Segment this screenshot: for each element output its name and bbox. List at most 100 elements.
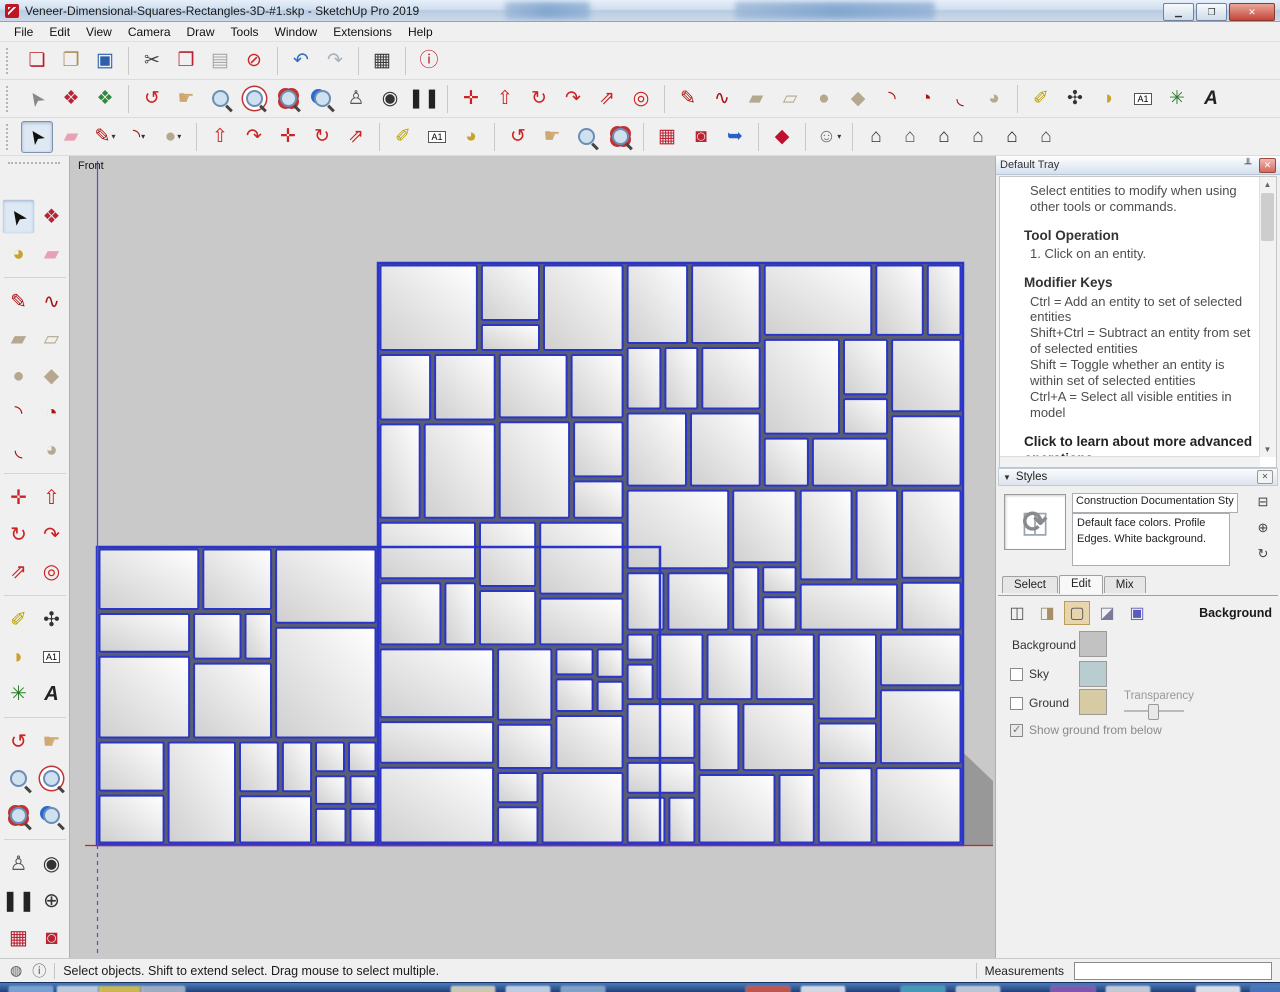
select-tool-button[interactable]: ➤ — [21, 83, 53, 115]
3d-warehouse-button[interactable]: ▦ — [2, 920, 35, 955]
taskbar-icon[interactable] — [98, 985, 144, 992]
taskbar-icon[interactable] — [1105, 985, 1151, 992]
text-button[interactable] — [1127, 83, 1159, 115]
push-pull-button[interactable]: ⇧ — [35, 480, 68, 515]
follow-me-button[interactable]: ↷ — [557, 83, 589, 115]
arc-filled-button[interactable]: ◕ — [35, 432, 68, 467]
select-button[interactable]: ➤ — [21, 120, 53, 153]
arcs-button[interactable]: ◝ ▾ — [123, 121, 155, 153]
account-button[interactable]: ☺ ▾ — [813, 121, 845, 153]
rectangle-button[interactable]: ▰ — [2, 321, 35, 356]
arc-2pt-button[interactable]: ◝ — [2, 395, 35, 430]
rotate-button[interactable]: ↻ — [523, 83, 555, 115]
eraser-button[interactable]: ▰ — [55, 121, 87, 153]
look-around-button[interactable]: ◉ — [374, 83, 406, 115]
new-button[interactable]: ❏ — [21, 45, 53, 77]
copy-button[interactable]: ❒ — [170, 45, 202, 77]
redo-button[interactable]: ↷ — [319, 45, 351, 77]
freehand-button[interactable]: ∿ — [35, 284, 68, 319]
taskbar-icon[interactable] — [955, 985, 1001, 992]
section-plane-button[interactable]: ⊕ — [35, 883, 68, 918]
pie-button[interactable]: ◔ — [910, 83, 942, 115]
cut-button[interactable]: ✂ — [136, 45, 168, 77]
open-button[interactable]: ❐ — [55, 45, 87, 77]
tab-mix[interactable]: Mix — [1103, 576, 1146, 593]
paste-button[interactable]: ▤ — [204, 45, 236, 77]
taskbar-icon[interactable] — [450, 985, 496, 992]
polygon-button[interactable]: ◆ — [35, 358, 68, 393]
text-button[interactable] — [35, 639, 68, 674]
arc-filled-button[interactable]: ◕ — [978, 83, 1010, 115]
tape-measure-button[interactable]: ✐ — [1025, 83, 1057, 115]
protractor-button[interactable]: ◗ — [1093, 83, 1125, 115]
shapes-button[interactable]: ● ▾ — [157, 121, 189, 153]
minimize-button[interactable]: ▁ — [1163, 3, 1194, 21]
walk-button[interactable]: ❚❚ — [2, 883, 36, 918]
freehand-button[interactable]: ∿ — [706, 83, 738, 115]
scale-button[interactable]: ⇗ — [2, 554, 35, 589]
style-description-input[interactable]: Default face colors. Profile Edges. Whit… — [1072, 513, 1230, 566]
create-new-style-icon[interactable]: ⊕ — [1258, 520, 1269, 536]
tape-measure-button[interactable]: ✐ — [387, 121, 419, 153]
menu-extensions[interactable]: Extensions — [325, 23, 400, 41]
arc-3pt-button[interactable]: ◟ — [944, 83, 976, 115]
rotate-button[interactable]: ↻ — [306, 121, 338, 153]
zoom-extents-button[interactable] — [2, 798, 35, 833]
menu-file[interactable]: File — [6, 23, 41, 41]
tape-measure-button[interactable]: ✐ — [2, 602, 35, 637]
model-info-button[interactable]: ⓘ — [413, 45, 445, 77]
line-button[interactable]: ✎ ▾ — [89, 121, 121, 153]
view-iso-button[interactable]: ⌂ — [860, 121, 892, 153]
dimension-button[interactable]: ✣ — [35, 602, 68, 637]
scroll-up-icon[interactable]: ▲ — [1260, 177, 1275, 192]
zoom-window-button[interactable] — [238, 83, 270, 115]
move-button[interactable]: ✛ — [272, 121, 304, 153]
taskbar-icon[interactable] — [505, 985, 551, 992]
geolocation-icon[interactable]: ◍ — [10, 962, 22, 979]
model-drawing[interactable] — [70, 156, 995, 958]
show-ground-checkbox[interactable] — [1010, 723, 1023, 737]
modeling-style-button[interactable]: ▣ — [1124, 601, 1150, 625]
watermark-style-button[interactable]: ◪ — [1094, 601, 1120, 625]
taskbar-icon[interactable] — [56, 985, 102, 992]
select-button[interactable]: ➤ — [2, 199, 35, 234]
save-button[interactable]: ▣ — [89, 45, 121, 77]
zoom-button[interactable] — [2, 761, 35, 796]
zoom-extents-button[interactable] — [604, 121, 636, 153]
follow-me-button[interactable]: ↷ — [35, 517, 68, 552]
styles-close-icon[interactable]: ✕ — [1257, 470, 1273, 484]
model-canvas[interactable]: Front — [70, 156, 995, 958]
offset-button[interactable]: ◎ — [625, 83, 657, 115]
view-right-button[interactable]: ⌂ — [962, 121, 994, 153]
update-style-icon[interactable]: ↻ — [1258, 546, 1269, 562]
make-component-button[interactable]: ❖ — [55, 83, 87, 115]
edge-style-button[interactable]: ◫ — [1004, 601, 1030, 625]
axes-button[interactable]: ✳ — [1161, 83, 1193, 115]
instructor-scrollbar[interactable]: ▲ ▼ — [1259, 177, 1276, 457]
menu-window[interactable]: Window — [267, 23, 326, 41]
restore-button[interactable]: ❐ — [1196, 3, 1227, 21]
instructor-hscrollbar[interactable] — [1000, 456, 1260, 467]
menu-edit[interactable]: Edit — [41, 23, 78, 41]
menu-view[interactable]: View — [78, 23, 120, 41]
toolbar-handle[interactable] — [6, 85, 13, 112]
menu-camera[interactable]: Camera — [120, 23, 179, 41]
ground-color-swatch[interactable] — [1079, 689, 1107, 715]
pan-button[interactable]: ☛ — [536, 121, 568, 153]
scroll-down-icon[interactable]: ▼ — [1260, 442, 1275, 457]
dimension-button[interactable]: ✣ — [1059, 83, 1091, 115]
protractor-button[interactable]: ◗ — [2, 639, 35, 674]
scale-button[interactable]: ⇗ — [591, 83, 623, 115]
pan-button[interactable]: ☛ — [170, 83, 202, 115]
polygon-button[interactable]: ◆ — [842, 83, 874, 115]
make-group-button[interactable]: ❖ — [89, 83, 121, 115]
taskbar-icon[interactable] — [800, 985, 846, 992]
push-pull-button[interactable]: ⇧ — [204, 121, 236, 153]
scale-button[interactable]: ⇗ — [340, 121, 372, 153]
tray-close-icon[interactable]: ✕ — [1259, 157, 1276, 173]
toolbar-handle[interactable] — [6, 123, 13, 150]
windows-taskbar[interactable] — [0, 982, 1280, 992]
arc-3pt-button[interactable]: ◟ — [2, 432, 35, 467]
background-style-button[interactable]: ▢ — [1064, 601, 1090, 625]
tab-select[interactable]: Select — [1002, 576, 1058, 593]
